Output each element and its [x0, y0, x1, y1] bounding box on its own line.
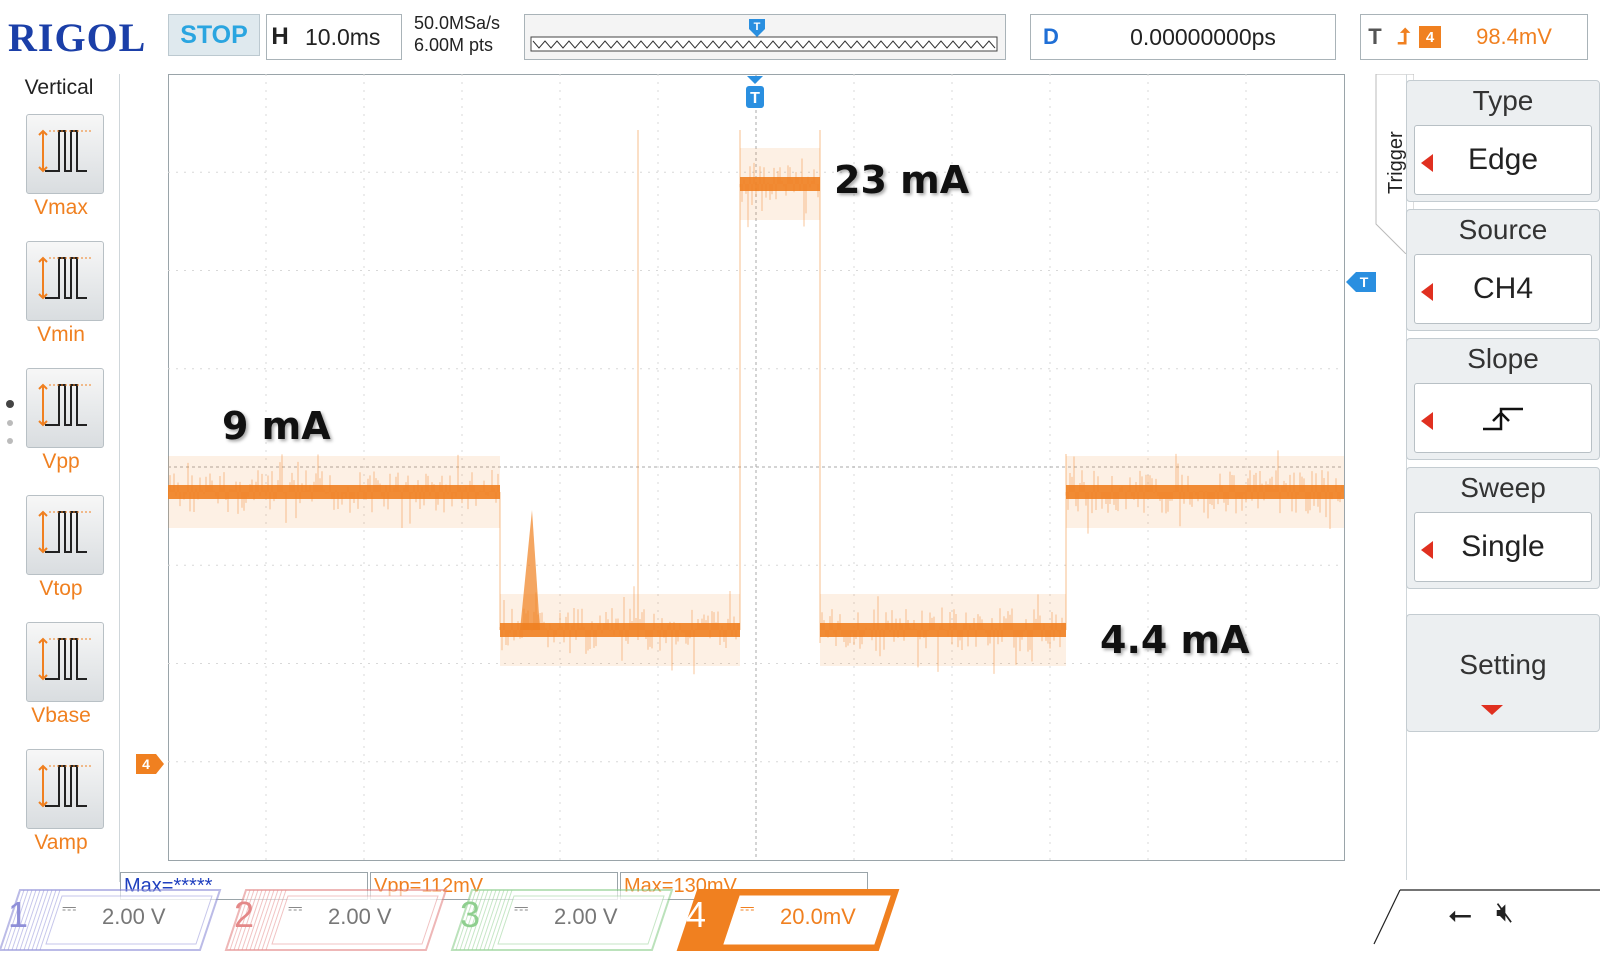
dc-coupling-icon: ⎓ [514, 898, 529, 918]
memory-depth: 6.00M pts [414, 35, 494, 55]
vmin-icon [38, 256, 93, 300]
selector-arrow-icon [1421, 154, 1433, 172]
menu-slope-title: Slope [1467, 343, 1539, 374]
vmax-icon [38, 129, 93, 173]
dc-coupling-icon: ⎓ [62, 898, 77, 918]
trigger-label: T [1368, 24, 1382, 49]
horizontal-value: 10.0ms [305, 23, 381, 50]
menu-sweep-title: Sweep [1460, 472, 1546, 503]
vpp-button[interactable] [26, 368, 104, 448]
memory-overview-waveform: T [530, 19, 998, 52]
vamp-button[interactable] [26, 749, 104, 829]
vtop-icon [38, 510, 93, 554]
trigger-level: 98.4mV [1476, 24, 1552, 49]
vmax-label: Vmax [34, 196, 88, 219]
menu-type-value-text: Edge [1467, 143, 1539, 176]
down-arrow-icon [1481, 705, 1503, 715]
trigger-level-label: T [1360, 274, 1369, 290]
overview-trigger-label: T [754, 21, 761, 33]
dc-coupling-icon: ⎓ [740, 898, 755, 918]
vmin-button[interactable] [26, 241, 104, 321]
annotation-4-4ma: 4.4 mA [1100, 618, 1250, 662]
vmax-button[interactable] [26, 114, 104, 194]
delay-value: 0.00000000ps [1130, 23, 1276, 50]
annotation-9ma: 9 mA [222, 404, 331, 448]
channel-4-offset-marker[interactable]: 4 [136, 754, 164, 774]
trigger-position-marker[interactable]: T [744, 76, 766, 112]
menu-type[interactable]: Type Edge [1406, 80, 1600, 202]
vertical-title: Vertical [24, 76, 94, 99]
vpp-icon [38, 383, 93, 427]
page-dot [7, 420, 13, 426]
menu-source-title: Source [1458, 214, 1548, 245]
horizontal-scale[interactable]: H 10.0ms [266, 14, 402, 60]
sample-rate: 50.0MSa/s [414, 13, 501, 33]
trigger-status[interactable]: T ⮥ 4 98.4mV [1360, 14, 1588, 60]
menu-source-value[interactable]: CH4 [1414, 254, 1592, 324]
graticule [167, 74, 1345, 861]
page-dot-active [6, 400, 14, 408]
menu-type-value[interactable]: Edge [1414, 125, 1592, 195]
channel-3-scale[interactable]: 2.00 V [554, 904, 618, 930]
vmin-label: Vmin [37, 323, 85, 346]
vbase-icon [38, 637, 93, 681]
menu-setting-title: Setting [1459, 649, 1547, 680]
vamp-icon [38, 764, 93, 808]
run-stop-status[interactable]: STOP [168, 14, 260, 56]
vtop-label: Vtop [39, 577, 83, 600]
menu-slope-value[interactable] [1414, 383, 1592, 453]
top-status-bar: RIGOL STOP H 10.0ms 50.0MSa/s 6.00M pts … [0, 0, 1600, 70]
annotation-23ma: 23 mA [834, 158, 970, 202]
rising-slope-icon [1483, 407, 1523, 431]
vpp-label: Vpp [42, 450, 80, 473]
page-dot [7, 438, 13, 444]
channel-1-number[interactable]: 1 [8, 894, 28, 936]
menu-slope[interactable]: Slope [1406, 338, 1600, 460]
waveform-display[interactable] [167, 74, 1364, 872]
trigger-channel: 4 [1419, 26, 1441, 48]
menu-source[interactable]: Source CH4 [1406, 209, 1600, 331]
menu-type-title: Type [1472, 85, 1534, 116]
dc-coupling-icon: ⎓ [288, 898, 303, 918]
trigger-tab-label: Trigger [1385, 131, 1407, 194]
acquisition-info: 50.0MSa/s 6.00M pts [414, 12, 500, 56]
vamp-label: Vamp [34, 831, 88, 854]
vbase-label: Vbase [31, 704, 91, 727]
menu-source-value-text: CH4 [1472, 272, 1533, 305]
channel-1-scale[interactable]: 2.00 V [102, 904, 166, 930]
measurement-panel: Vertical Vmax Vmin Vpp Vtop Vbase Vamp [0, 74, 120, 882]
menu-setting[interactable]: Setting [1406, 614, 1600, 732]
delay-label: D [1043, 24, 1059, 49]
trigger-level-marker[interactable]: T [1346, 272, 1376, 292]
selector-arrow-icon [1421, 541, 1433, 559]
channel-4-marker-label: 4 [142, 756, 150, 772]
selector-arrow-icon [1421, 283, 1433, 301]
overview-trigger-marker: T [749, 19, 765, 37]
rigol-logo: RIGOL [8, 15, 147, 60]
channel-2-scale[interactable]: 2.00 V [328, 904, 392, 930]
channel-2-number[interactable]: 2 [234, 894, 254, 936]
channel-3-number[interactable]: 3 [460, 894, 480, 936]
memory-overview[interactable]: T [524, 14, 1006, 60]
menu-sweep-value-text: Single [1461, 530, 1545, 563]
trigger-position-label: T [750, 90, 760, 107]
usb-icon: ⭠ [1448, 898, 1472, 931]
delay-display[interactable]: D 0.00000000ps [1030, 14, 1336, 60]
menu-sweep[interactable]: Sweep Single [1406, 467, 1600, 589]
horizontal-label: H [271, 23, 289, 50]
channel-4-number[interactable]: 4 [686, 894, 706, 936]
channel-4-scale[interactable]: 20.0mV [780, 904, 856, 930]
rising-edge-icon: ⮥ [1397, 24, 1411, 49]
mute-speaker-icon: 🔇︎ [1496, 896, 1514, 927]
vbase-button[interactable] [26, 622, 104, 702]
vtop-button[interactable] [26, 495, 104, 575]
trigger-menu: Trigger Type Edge Source CH4 Slope Sweep Singl… [1374, 74, 1600, 882]
menu-sweep-value[interactable]: Single [1414, 512, 1592, 582]
selector-arrow-icon [1421, 412, 1433, 430]
